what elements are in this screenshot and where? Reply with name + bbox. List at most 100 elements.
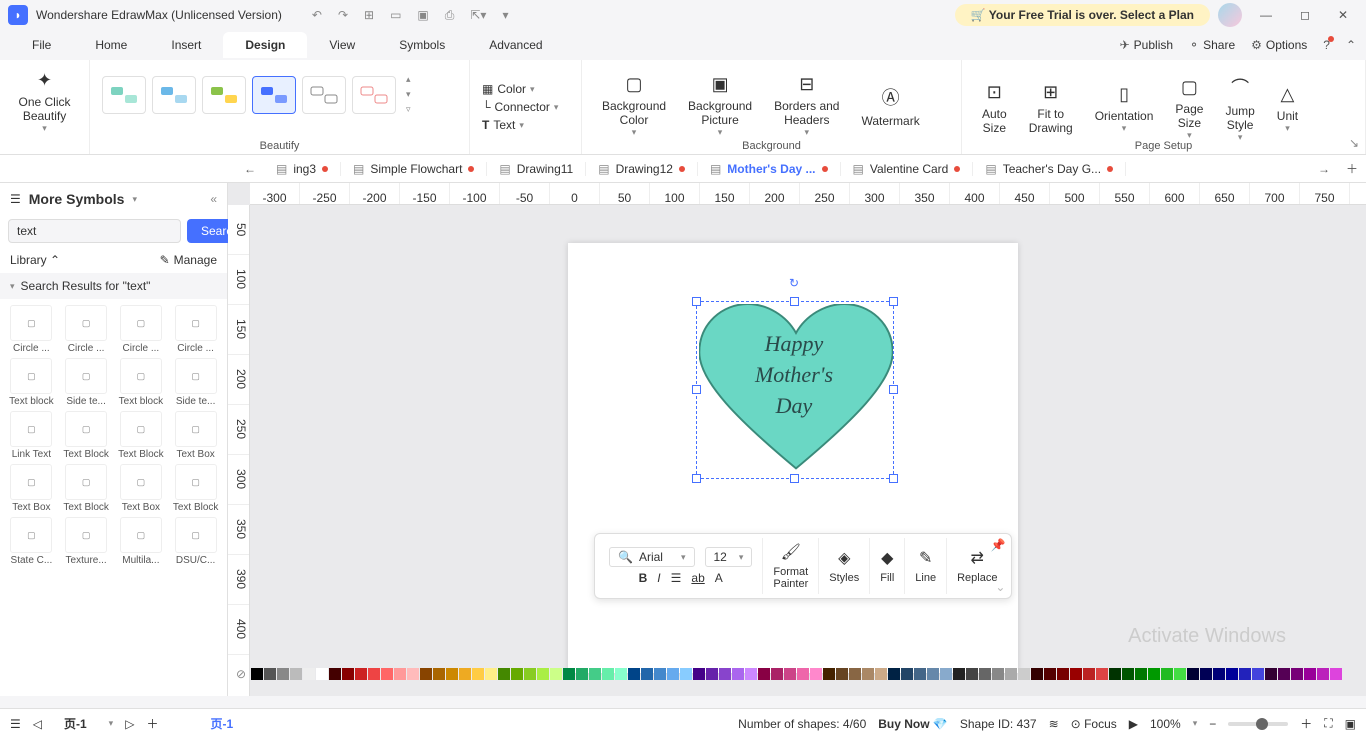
symbol-thumbnail[interactable]: ▢ <box>120 305 162 341</box>
color-swatch[interactable] <box>836 668 848 680</box>
fill-button[interactable]: ◆Fill <box>870 538 905 594</box>
more-qat-icon[interactable]: ▾ <box>502 8 508 22</box>
close-button[interactable]: ✕ <box>1328 4 1358 26</box>
symbol-thumbnail[interactable]: ▢ <box>65 517 107 553</box>
page-size-button[interactable]: ▢Page Size▾ <box>1167 73 1211 145</box>
color-swatch[interactable] <box>667 668 679 680</box>
color-swatch[interactable] <box>1278 668 1290 680</box>
page-nav-prev[interactable]: ◁ <box>33 717 42 731</box>
page-nav-next[interactable]: ▷ <box>125 717 134 731</box>
fit-page-icon[interactable]: ⛶ <box>1324 716 1332 731</box>
color-swatch[interactable] <box>485 668 497 680</box>
style-preset-6[interactable] <box>352 76 396 114</box>
zoom-slider[interactable] <box>1228 722 1288 726</box>
jump-style-button[interactable]: ⌒Jump Style▾ <box>1217 70 1262 147</box>
color-swatch[interactable] <box>875 668 887 680</box>
save-icon[interactable]: ▣ <box>417 8 428 22</box>
color-swatch[interactable] <box>862 668 874 680</box>
color-swatch[interactable] <box>446 668 458 680</box>
color-swatch[interactable] <box>901 668 913 680</box>
style-scroll-down[interactable]: ▾ <box>406 89 411 100</box>
symbol-thumbnail[interactable]: ▢ <box>175 305 217 341</box>
color-swatch[interactable] <box>992 668 1004 680</box>
color-swatch[interactable] <box>524 668 536 680</box>
fit-drawing-button[interactable]: ⊞Fit to Drawing <box>1021 78 1081 139</box>
color-swatch[interactable] <box>563 668 575 680</box>
style-preset-2[interactable] <box>152 76 196 114</box>
symbol-thumbnail[interactable]: ▢ <box>175 358 217 394</box>
document-tab[interactable]: ▤Mother's Day ... <box>698 162 841 176</box>
symbol-thumbnail[interactable]: ▢ <box>175 411 217 447</box>
color-swatch[interactable] <box>537 668 549 680</box>
color-swatch[interactable] <box>1083 668 1095 680</box>
menu-advanced[interactable]: Advanced <box>467 32 564 58</box>
minimize-button[interactable]: — <box>1250 4 1282 26</box>
new-icon[interactable]: ⊞ <box>364 8 374 22</box>
color-swatch[interactable] <box>719 668 731 680</box>
symbol-thumbnail[interactable]: ▢ <box>175 517 217 553</box>
color-swatch[interactable] <box>277 668 289 680</box>
color-swatch[interactable] <box>888 668 900 680</box>
help-button[interactable]: ? <box>1323 38 1330 52</box>
collapse-sidebar-icon[interactable]: « <box>210 192 217 206</box>
orientation-button[interactable]: ▯Orientation▾ <box>1087 80 1162 138</box>
document-tab[interactable]: ▤Drawing12 <box>586 162 698 176</box>
color-swatch[interactable] <box>290 668 302 680</box>
symbol-thumbnail[interactable]: ▢ <box>10 411 52 447</box>
menu-file[interactable]: File <box>10 32 73 58</box>
color-swatch[interactable] <box>797 668 809 680</box>
color-swatch[interactable] <box>1252 668 1264 680</box>
menu-design[interactable]: Design <box>223 32 307 58</box>
color-swatch[interactable] <box>316 668 328 680</box>
outline-view-icon[interactable]: ☰ <box>10 717 21 731</box>
color-swatch[interactable] <box>745 668 757 680</box>
bg-picture-button[interactable]: ▣Background Picture▾ <box>680 70 760 142</box>
color-swatch[interactable] <box>264 668 276 680</box>
color-swatch[interactable] <box>849 668 861 680</box>
symbol-search-input[interactable] <box>8 219 181 243</box>
color-swatch[interactable] <box>979 668 991 680</box>
zoom-out-button[interactable]: − <box>1209 717 1216 731</box>
zoom-in-button[interactable]: ＋ <box>1300 715 1312 732</box>
trial-banner[interactable]: 🛒 Your Free Trial is over. Select a Plan <box>955 4 1210 26</box>
color-swatch[interactable] <box>1161 668 1173 680</box>
color-swatch[interactable] <box>589 668 601 680</box>
color-swatch[interactable] <box>1018 668 1030 680</box>
font-size-select[interactable]: 12 ▾ <box>705 547 753 567</box>
color-swatch[interactable] <box>1330 668 1342 680</box>
document-tab[interactable]: ▤Simple Flowchart <box>341 162 487 176</box>
color-swatch[interactable] <box>1265 668 1277 680</box>
symbol-thumbnail[interactable]: ▢ <box>120 411 162 447</box>
italic-button[interactable]: I <box>657 571 660 585</box>
library-button[interactable]: Library ⌃ <box>10 253 60 267</box>
color-swatch[interactable] <box>329 668 341 680</box>
auto-size-button[interactable]: ⊡Auto Size <box>974 78 1015 139</box>
color-swatch[interactable] <box>355 668 367 680</box>
symbol-thumbnail[interactable]: ▢ <box>120 464 162 500</box>
color-swatch[interactable] <box>1122 668 1134 680</box>
font-family-select[interactable]: 🔍 Arial ▾ <box>609 547 695 567</box>
watermark-button[interactable]: ⒶWatermark <box>853 80 927 132</box>
manage-button[interactable]: ✎ Manage <box>160 253 217 267</box>
color-swatch[interactable] <box>472 668 484 680</box>
color-swatch[interactable] <box>732 668 744 680</box>
page-tab-1[interactable]: 页-1 <box>54 715 97 732</box>
menu-insert[interactable]: Insert <box>149 32 223 58</box>
color-swatch[interactable] <box>576 668 588 680</box>
color-swatch[interactable] <box>1291 668 1303 680</box>
color-swatch[interactable] <box>823 668 835 680</box>
symbol-thumbnail[interactable]: ▢ <box>65 305 107 341</box>
bg-color-button[interactable]: ▢Background Color▾ <box>594 70 674 142</box>
color-swatch[interactable] <box>940 668 952 680</box>
open-icon[interactable]: ▭ <box>390 8 401 22</box>
format-painter-button[interactable]: 🖌Format Painter <box>763 538 819 594</box>
new-tab-button[interactable]: ＋ <box>1338 160 1366 177</box>
unit-button[interactable]: △Unit▾ <box>1269 80 1306 138</box>
color-swatch[interactable] <box>602 668 614 680</box>
color-swatch[interactable] <box>680 668 692 680</box>
style-preset-5[interactable] <box>302 76 346 114</box>
layers-icon[interactable]: ≋ <box>1049 717 1059 731</box>
color-swatch[interactable] <box>1148 668 1160 680</box>
color-swatch[interactable] <box>433 668 445 680</box>
one-click-beautify-button[interactable]: ✦ One Click Beautify ▾ <box>12 66 77 138</box>
